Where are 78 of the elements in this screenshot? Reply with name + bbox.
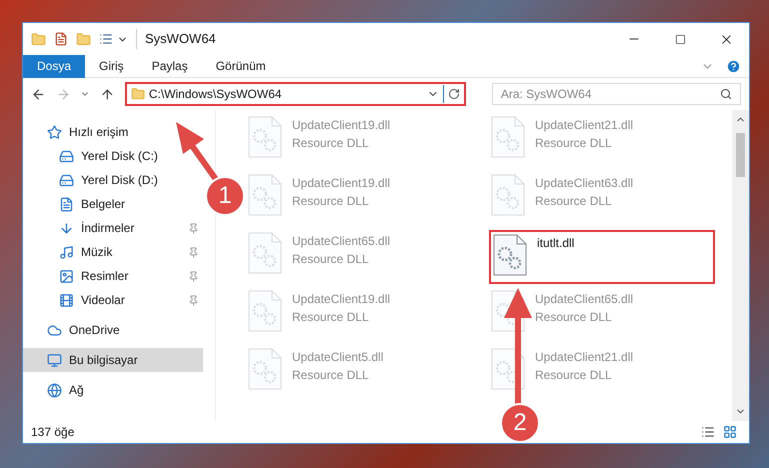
file-type: Resource DLL: [535, 367, 613, 384]
file-type: Resource DLL: [292, 193, 370, 210]
file-name: UpdateClient21.dll: [535, 117, 634, 134]
file-item[interactable]: itutlt.dll: [489, 230, 715, 284]
cloud-icon: [47, 322, 62, 338]
pin-icon: [188, 270, 199, 282]
gear-file-icon: [491, 348, 525, 390]
sidebar-item[interactable]: Yerel Disk (D:): [23, 168, 203, 192]
file-name: itutlt.dll: [537, 235, 574, 252]
drive-icon: [59, 172, 74, 188]
ribbon-tab[interactable]: Paylaş: [138, 54, 202, 78]
file-name: UpdateClient5.dll: [292, 349, 384, 366]
sidebar-item[interactable]: Müzik: [23, 240, 203, 264]
search-input[interactable]: Ara: SysWOW64: [500, 85, 720, 103]
maximize-icon[interactable]: [674, 34, 686, 44]
up-icon[interactable]: [100, 86, 115, 102]
sidebar-item[interactable]: Belgeler: [23, 192, 203, 216]
pin-icon: [188, 246, 199, 258]
file-name: UpdateClient21.dll: [535, 349, 634, 366]
file-name: UpdateClient65.dll: [535, 291, 634, 308]
file-name: UpdateClient65.dll: [292, 233, 390, 250]
file-type: Resource DLL: [292, 367, 370, 384]
film-icon: [59, 292, 74, 308]
file-type: Resource DLL: [292, 251, 370, 268]
sidebar-item[interactable]: Resimler: [23, 264, 203, 288]
view-icon[interactable]: [99, 32, 113, 46]
gear-file-icon: [248, 116, 282, 158]
gear-file-icon: [248, 174, 282, 216]
picture-icon: [59, 268, 74, 284]
sidebar-item[interactable]: Hızlı erişim: [23, 120, 203, 144]
refresh-icon[interactable]: [448, 88, 460, 100]
music-note-icon: [59, 244, 74, 260]
search-icon[interactable]: [720, 88, 732, 100]
gear-file-icon: [248, 348, 282, 390]
globe-icon: [47, 382, 62, 398]
help-icon[interactable]: [726, 58, 741, 74]
search-field[interactable]: Ara: SysWOW64: [492, 83, 741, 105]
scrollbar-thumb[interactable]: [736, 133, 745, 177]
back-icon[interactable]: [31, 86, 46, 102]
gear-file-icon: [248, 290, 282, 332]
document-icon: [59, 196, 74, 212]
file-type: Resource DLL: [292, 135, 370, 152]
ribbon-tab[interactable]: Dosya: [23, 54, 86, 78]
file-type: Resource DLL: [535, 135, 613, 152]
sidebar-item[interactable]: Videolar: [23, 288, 203, 312]
sidebar-item[interactable]: OneDrive: [23, 318, 203, 342]
window-title: SysWOW64: [136, 29, 216, 49]
ribbon-tab[interactable]: Giriş: [85, 54, 138, 78]
item-count: 137 öğe: [31, 424, 74, 441]
gear-file-icon: [491, 174, 525, 216]
sidebar-item[interactable]: Yerel Disk (C:): [23, 144, 203, 168]
file-name: UpdateClient19.dll: [292, 117, 390, 134]
gear-file-icon: [493, 234, 527, 276]
pin-icon: [188, 294, 199, 306]
monitor-icon: [47, 352, 62, 368]
sidebar-item[interactable]: İndirmeler: [23, 216, 203, 240]
gear-file-icon: [491, 116, 525, 158]
ribbon-tab[interactable]: Görünüm: [202, 54, 280, 78]
gear-file-icon: [248, 232, 282, 274]
file-name: UpdateClient19.dll: [292, 291, 390, 308]
details-view-icon[interactable]: [701, 425, 715, 439]
scrollbar[interactable]: [732, 110, 749, 421]
file-name: UpdateClient19.dll: [292, 175, 390, 192]
folder-icon: [130, 87, 145, 101]
star-icon: [47, 124, 62, 140]
drive-icon: [59, 148, 74, 164]
file-type: Resource DLL: [535, 309, 613, 326]
file-type: Resource DLL: [292, 309, 370, 326]
address-path: C:\Windows\SysWOW64: [148, 86, 283, 103]
file-type: Resource DLL: [535, 193, 613, 210]
download-arrow-icon: [59, 220, 74, 236]
sidebar-item[interactable]: Ağ: [23, 378, 203, 402]
properties-icon[interactable]: [54, 32, 68, 46]
pin-icon: [188, 222, 199, 234]
sidebar-item[interactable]: Bu bilgisayar: [23, 348, 203, 372]
tiles-view-icon[interactable]: [723, 425, 737, 439]
file-name: UpdateClient63.dll: [535, 175, 634, 192]
address-field[interactable]: C:\Windows\SysWOW64: [124, 82, 466, 106]
